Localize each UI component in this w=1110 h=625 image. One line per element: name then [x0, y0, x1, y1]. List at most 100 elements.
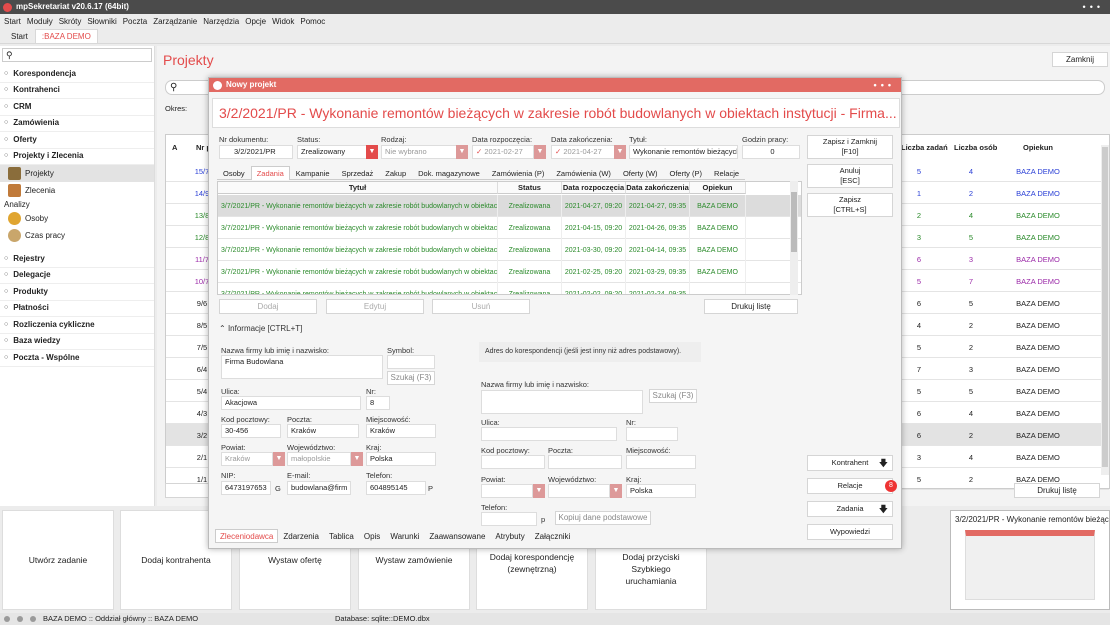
chevron-down-icon[interactable]: ▼: [533, 484, 545, 498]
tab-zakup[interactable]: Zakup: [379, 166, 412, 180]
grid-row[interactable]: 3/7/2021/PR - Wykonanie remontów bieżący…: [218, 239, 801, 261]
sidebar-item-zamowienia[interactable]: ○ Zamówienia: [0, 116, 154, 132]
save-close-button[interactable]: Zapisz i Zamknij [F10]: [807, 135, 893, 159]
col-header-opiekun[interactable]: Opiekun: [1023, 143, 1053, 152]
sidebar-item-poczta-wspolne[interactable]: ○ Poczta - Wspólne: [0, 350, 154, 367]
search-f3-button[interactable]: Szukaj (F3): [387, 371, 435, 385]
zadania-button[interactable]: Zadania 🡇: [807, 501, 893, 517]
status-select[interactable]: Zrealizowany: [297, 145, 367, 159]
corr-search-button[interactable]: Szukaj (F3): [649, 389, 697, 403]
sidebar-item-zlecenia[interactable]: Zlecenia: [0, 182, 154, 199]
tab-zleceniodawca[interactable]: Zleceniodawca: [215, 529, 279, 543]
calendar-dropdown-icon[interactable]: ▼: [614, 145, 626, 159]
corr-powiat-select[interactable]: [481, 484, 533, 498]
rodzaj-select[interactable]: Nie wybrano: [381, 145, 457, 159]
grid-scroll-thumb[interactable]: [791, 192, 797, 252]
tab-zamowienia-p[interactable]: Zamówienia (P): [486, 166, 551, 180]
close-button[interactable]: Zamknij: [1052, 52, 1108, 67]
corr-telefon-field[interactable]: [481, 512, 537, 526]
nip-suffix[interactable]: G: [275, 484, 281, 493]
ulica-field[interactable]: Akacjowa: [221, 396, 361, 410]
save-button[interactable]: Zapisz [CTRL+S]: [807, 193, 893, 217]
dialog-menu-icon[interactable]: •••: [874, 78, 895, 92]
nr-domu-field[interactable]: 8: [366, 396, 390, 410]
nr-field[interactable]: 3/2/2021/PR: [219, 145, 293, 159]
scroll-thumb[interactable]: [1102, 147, 1108, 467]
sidebar-item-platnosci[interactable]: ○ Płatności: [0, 301, 154, 317]
sidebar-item-kontrahenci[interactable]: ○ Kontrahenci: [0, 83, 154, 99]
col-header-liczba-zadan[interactable]: Liczba zadań: [901, 143, 948, 152]
tab-oferty-p[interactable]: Oferty (P): [664, 166, 709, 180]
kod-field[interactable]: 30-456: [221, 424, 281, 438]
chevron-down-icon[interactable]: ▼: [366, 145, 378, 159]
grid-row[interactable]: 3/7/2021/PR - Wykonanie remontów bieżący…: [218, 217, 801, 239]
info-header[interactable]: ⌃ Informacje [CTRL+T]: [219, 324, 302, 333]
kontrahent-button[interactable]: Kontrahent 🡇: [807, 455, 893, 471]
miejscowosc-field[interactable]: Kraków: [366, 424, 436, 438]
edit-task-button[interactable]: Edytuj: [326, 299, 424, 314]
corr-wojewodztwo-select[interactable]: [548, 484, 610, 498]
col-header-liczba-osob[interactable]: Liczba osób: [954, 143, 997, 152]
tab-sprzedaz[interactable]: Sprzedaż: [336, 166, 380, 180]
tab-zalaczniki[interactable]: Załączniki: [530, 529, 576, 543]
sidebar-item-rejestry[interactable]: ○ Rejestry: [0, 251, 154, 268]
sidebar-item-osoby[interactable]: Osoby: [0, 210, 154, 227]
menu-narzedzia[interactable]: Narzędzia: [203, 17, 239, 26]
menu-start[interactable]: Start: [4, 17, 21, 26]
tab-kampanie[interactable]: Kampanie: [290, 166, 336, 180]
godz-field[interactable]: 0: [742, 145, 800, 159]
grid-header-status[interactable]: Status: [498, 182, 562, 194]
corr-nr-field[interactable]: [626, 427, 678, 441]
corr-poczta-field[interactable]: [548, 455, 622, 469]
grid-header-opiekun[interactable]: Opiekun: [690, 182, 746, 194]
sidebar-item-czas-pracy[interactable]: Czas pracy: [0, 227, 154, 244]
chevron-down-icon[interactable]: ▼: [610, 484, 622, 498]
wojewodztwo-select[interactable]: małopolskie: [287, 452, 351, 466]
tab-start[interactable]: Start: [4, 29, 35, 43]
sidebar-item-crm[interactable]: ○ CRM: [0, 99, 154, 116]
add-task-button[interactable]: Dodaj: [219, 299, 317, 314]
tab-zadania[interactable]: Zadania: [250, 166, 290, 180]
sidebar-item-projekty-zlecenia[interactable]: ○ Projekty i Zlecenia: [0, 149, 154, 165]
sidebar-item-baza-wiedzy[interactable]: ○ Baza wiedzy: [0, 334, 154, 350]
tab-tablica[interactable]: Tablica: [324, 529, 359, 543]
nip-field[interactable]: 6473197653: [221, 481, 271, 495]
kraj-field[interactable]: Polska: [366, 452, 436, 466]
end-date-field[interactable]: ✓ 2021-04-27: [551, 145, 615, 159]
corr-kraj-field[interactable]: Polska: [626, 484, 696, 498]
menu-widok[interactable]: Widok: [272, 17, 294, 26]
menu-poczta[interactable]: Poczta: [123, 17, 147, 26]
tab-warunki[interactable]: Warunki: [385, 529, 424, 543]
sidebar-item-produkty[interactable]: ○ Produkty: [0, 284, 154, 301]
name-field[interactable]: Firma Budowlana: [221, 355, 383, 379]
telefon-field[interactable]: 604895145: [366, 481, 426, 495]
menu-skroty[interactable]: Skróty: [59, 17, 82, 26]
print-tasks-button[interactable]: Drukuj listę: [704, 299, 798, 314]
grid-row[interactable]: 3/7/2021/PR - Wykonanie remontów bieżący…: [218, 195, 801, 217]
window-thumbnail[interactable]: 3/2/2021/PR - Wykonanie remontów bieżąc.…: [950, 510, 1110, 610]
sidebar-item-oferty[interactable]: ○ Oferty: [0, 132, 154, 149]
start-date-field[interactable]: ✓ 2021-02-27: [472, 145, 534, 159]
quick-utworz-zadanie[interactable]: Utwórz zadanie: [2, 510, 114, 610]
corr-telefon-suffix[interactable]: p: [541, 515, 545, 524]
wypowiedzi-button[interactable]: Wypowiedzi: [807, 524, 893, 540]
tab-atrybuty[interactable]: Atrybuty: [490, 529, 529, 543]
sidebar-item-delegacje[interactable]: ○ Delegacje: [0, 268, 154, 284]
menu-opcje[interactable]: Opcje: [245, 17, 266, 26]
print-list-button[interactable]: Drukuj listę: [1014, 483, 1100, 498]
powiat-select[interactable]: Kraków: [221, 452, 273, 466]
window-menu-icon[interactable]: •••: [1083, 0, 1104, 14]
tab-osoby[interactable]: Osoby: [217, 166, 251, 180]
table-scrollbar[interactable]: [1101, 145, 1109, 475]
cancel-button[interactable]: Anuluj [ESC]: [807, 164, 893, 188]
corr-name-field[interactable]: [481, 390, 643, 414]
chevron-down-icon[interactable]: ▼: [273, 452, 285, 466]
menu-pomoc[interactable]: Pomoc: [300, 17, 325, 26]
tab-zaawansowane[interactable]: Zaawansowane: [424, 529, 490, 543]
tab-relacje[interactable]: Relacje: [708, 166, 745, 180]
relacje-button[interactable]: Relacje: [807, 478, 893, 494]
tab-oferty-w[interactable]: Oferty (W): [617, 166, 664, 180]
tab-dok-magazynowe[interactable]: Dok. magazynowe: [412, 166, 486, 180]
tab-baza-demo[interactable]: :BAZA DEMO: [34, 29, 98, 43]
corr-kod-field[interactable]: [481, 455, 545, 469]
